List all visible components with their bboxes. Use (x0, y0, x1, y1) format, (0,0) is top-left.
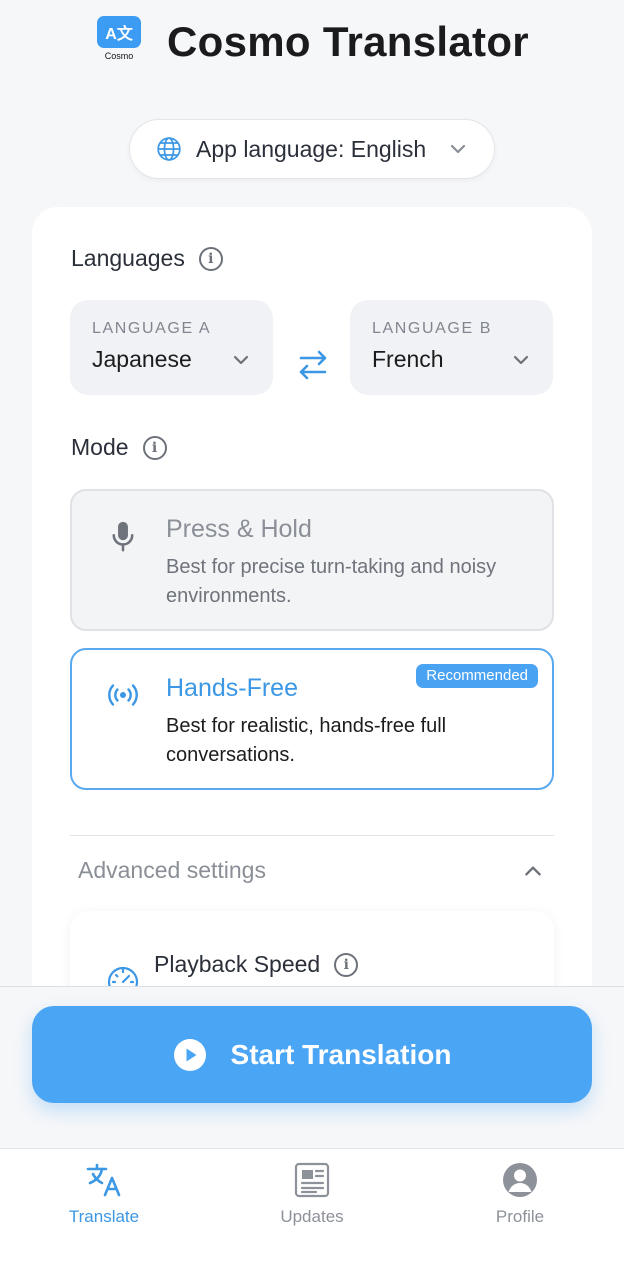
translate-logo-icon: A文 (97, 16, 142, 48)
recommended-badge: Recommended (416, 664, 538, 688)
playback-speed-label: Playback Speed (154, 951, 321, 977)
app-language-label: App language: English (196, 135, 427, 162)
settings-card: Languages i LANGUAGE A Japanese LANGUAGE… (32, 207, 592, 1067)
mode-option-title: Press & Hold (166, 515, 312, 543)
globe-icon (157, 137, 181, 161)
newspaper-icon (294, 1162, 330, 1198)
mode-option-hands-free[interactable]: Hands-Free Best for realistic, hands-fre… (70, 648, 554, 790)
mode-option-description: Best for realistic, hands-free full conv… (166, 715, 447, 766)
broadcast-icon (108, 684, 138, 706)
advanced-settings-label: Advanced settings (78, 857, 266, 883)
bottom-tab-bar: Translate Updates Profile (0, 1148, 624, 1280)
language-b-select[interactable]: LANGUAGE B French (350, 300, 553, 395)
mode-heading: Mode (71, 434, 129, 460)
app-language-select[interactable]: App language: English (129, 119, 495, 179)
app-title: Cosmo Translator (167, 18, 529, 65)
tab-label: Updates (280, 1207, 344, 1226)
chevron-up-icon (525, 865, 541, 876)
start-translation-label: Start Translation (230, 1038, 452, 1070)
swap-arrows-icon[interactable] (297, 347, 329, 383)
chevron-down-icon (513, 355, 529, 364)
app-logo: A文 Cosmo (95, 16, 143, 68)
app-header: A文 Cosmo Cosmo Translator (0, 14, 624, 70)
microphone-icon (112, 521, 134, 552)
info-icon[interactable]: i (142, 435, 167, 460)
translate-icon (86, 1163, 121, 1197)
divider (70, 835, 554, 836)
info-icon[interactable]: i (198, 246, 223, 271)
person-icon (503, 1163, 537, 1197)
mode-section-title: Mode i (71, 434, 167, 461)
languages-section-title: Languages i (71, 245, 223, 272)
tab-label: Translate (68, 1207, 140, 1226)
start-translation-button[interactable]: Start Translation (32, 1006, 592, 1103)
mode-option-description: Best for precise turn-taking and noisy e… (166, 556, 497, 607)
language-a-select[interactable]: LANGUAGE A Japanese (70, 300, 273, 395)
chevron-down-icon (233, 355, 249, 364)
mode-option-press-hold[interactable]: Press & Hold Best for precise turn-takin… (70, 489, 554, 631)
tab-profile[interactable]: Profile (450, 1161, 590, 1227)
advanced-settings-toggle[interactable]: Advanced settings (78, 857, 554, 884)
chevron-down-icon (450, 144, 466, 154)
logo-text: Cosmo (104, 51, 134, 61)
language-a-caption: LANGUAGE A (92, 320, 212, 337)
languages-heading: Languages (71, 245, 185, 271)
tab-translate[interactable]: Translate (34, 1161, 174, 1227)
play-icon (173, 1038, 206, 1071)
tab-label: Profile (495, 1207, 545, 1226)
info-icon[interactable]: i (334, 952, 359, 977)
tab-updates[interactable]: Updates (242, 1161, 382, 1227)
mode-option-title: Hands-Free (166, 674, 298, 702)
language-a-value: Japanese (92, 346, 192, 372)
language-b-caption: LANGUAGE B (372, 320, 493, 337)
language-b-value: French (372, 346, 444, 372)
